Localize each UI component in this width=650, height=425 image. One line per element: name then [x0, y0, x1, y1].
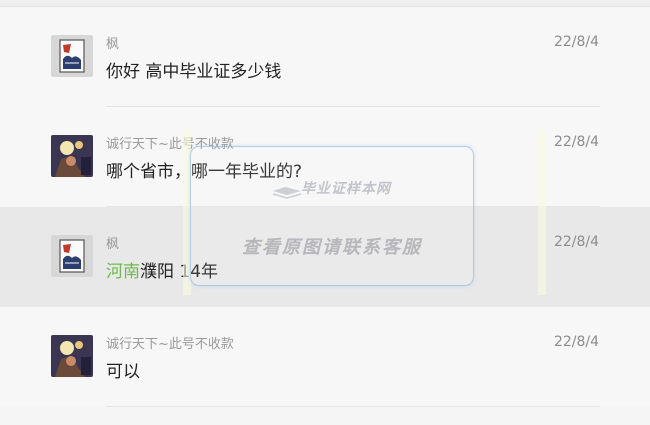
night-photo-avatar-icon[interactable]: [51, 135, 93, 177]
sender-name: 诚行天下~此号不收款: [106, 337, 234, 352]
poster-avatar-icon[interactable]: [51, 235, 93, 277]
message-time: 22/8/4: [553, 134, 599, 150]
book-logo-icon: [272, 187, 302, 199]
message-time: 22/8/4: [553, 234, 599, 250]
message-time: 22/8/4: [553, 34, 599, 50]
list-item[interactable]: 诚行天下~此号不收款 22/8/4 可以: [0, 307, 650, 407]
top-divider: [0, 0, 650, 7]
watermark-brand: 毕业证样本网: [301, 181, 391, 197]
message-time: 22/8/4: [553, 334, 599, 350]
watermark-text: 查看原图请联系客服: [242, 237, 422, 258]
message-text: 你好 高中毕业证多少钱: [106, 62, 282, 82]
message-text: 可以: [106, 362, 140, 382]
poster-avatar-icon[interactable]: [51, 35, 93, 77]
sender-name: 枫: [106, 237, 120, 252]
sender-name: 枫: [106, 37, 120, 52]
place-link[interactable]: 河南: [106, 262, 140, 282]
night-photo-avatar-icon[interactable]: [51, 335, 93, 377]
row-divider: [106, 406, 600, 407]
watermark-shade-right: [538, 130, 546, 295]
watermark-overlay: 毕业证样本网 查看原图请联系客服: [190, 146, 474, 286]
list-item[interactable]: 枫 22/8/4 你好 高中毕业证多少钱: [0, 7, 650, 107]
